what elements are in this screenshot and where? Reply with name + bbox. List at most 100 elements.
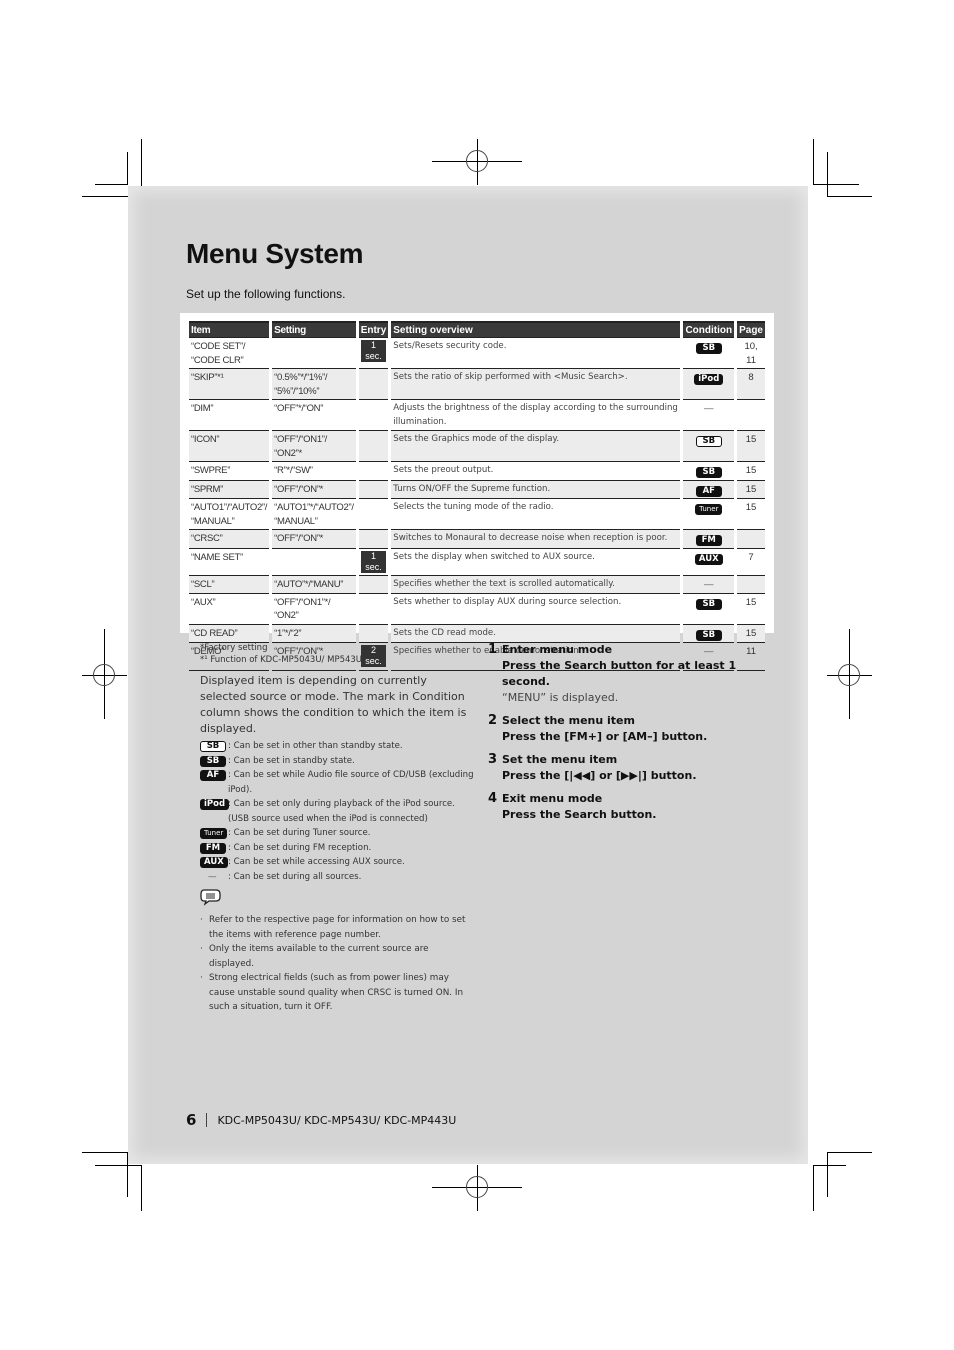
cell-overview: Adjusts the brightness of the display ac…	[391, 399, 681, 430]
crop-mark	[813, 139, 814, 185]
cell-setting: “OFF”/“ON”*	[272, 479, 356, 498]
condition-legend: SB: Can be set in other than standby sta…	[200, 739, 475, 884]
condition-badge-fm: FM	[200, 842, 226, 854]
crop-mark	[95, 184, 128, 185]
step-number: 4	[488, 791, 498, 806]
cell-page: 15	[737, 592, 765, 624]
step-title: Exit menu mode	[502, 792, 603, 805]
legend-text: : Can be set while Audio file source of …	[228, 770, 474, 795]
cell-page: 15	[737, 430, 765, 461]
crop-mark	[827, 152, 828, 197]
cell-setting: “AUTO”*/“MANU”	[272, 575, 356, 593]
header-condition: Condition	[683, 321, 735, 337]
cell-condition: FM	[683, 529, 735, 548]
crop-mark	[813, 1165, 814, 1211]
cell-overview: Sets the preout output.	[391, 461, 681, 480]
cell-overview: Sets the ratio of skip performed with <M…	[391, 368, 681, 399]
menu-table: Item Setting Entry Setting overview Cond…	[186, 321, 768, 671]
description-text: Displayed item is depending on currently…	[200, 674, 467, 735]
step-action: Press the [FM+] or [AM–] button.	[502, 730, 708, 743]
cell-page: 15	[737, 498, 765, 529]
legend-mark: SB	[200, 754, 228, 769]
cell-setting: “OFF”/“ON1”*/“ON2”	[272, 592, 356, 624]
step-2: 2 Select the menu item Press the [FM+] o…	[488, 713, 778, 745]
cell-condition: —	[683, 399, 735, 430]
cell-setting	[272, 547, 356, 576]
step-number: 3	[488, 752, 498, 767]
cell-entry	[358, 623, 389, 642]
registration-circle	[466, 1176, 488, 1198]
header-overview: Setting overview	[391, 321, 681, 337]
legend-row: AF: Can be set while Audio file source o…	[200, 768, 475, 797]
cell-page	[737, 399, 765, 430]
condition-badge-ipod: iPod	[694, 374, 724, 385]
cell-entry	[358, 575, 389, 593]
crop-mark	[813, 184, 859, 185]
cell-setting	[272, 337, 356, 368]
note-item: Refer to the respective page for informa…	[200, 913, 475, 942]
condition-badge-sb-outline: SB	[200, 741, 226, 752]
cell-setting: “0.5%”*/“1%”/“5%”/“10%”	[272, 368, 356, 399]
note-item: Strong electrical fields (such as from p…	[200, 971, 475, 1015]
condition-badge-sb-outline: SB	[695, 436, 722, 447]
table-body: “CODE SET”/“CODE CLR” 1 sec. Sets/Resets s…	[189, 337, 765, 671]
condition-badge-sb: SB	[695, 629, 722, 641]
condition-badge-sb: SB	[695, 467, 722, 478]
cell-overview: Specifies whether the text is scrolled a…	[391, 575, 681, 593]
legend-row: FM: Can be set during FM reception.	[200, 841, 475, 856]
step-number: 1	[488, 642, 498, 657]
cell-item: “CD READ”	[189, 623, 270, 642]
page-title: Menu System	[186, 238, 364, 269]
condition-badge-aux: AUX	[694, 553, 723, 565]
condition-badge-ipod: iPod	[200, 799, 230, 810]
legend-mark: SB	[200, 739, 228, 754]
cell-entry: 1 sec.	[358, 337, 389, 368]
page-subtitle: Set up the following functions.	[186, 287, 346, 301]
step-3: 3 Set the menu item Press the [|◀◀] or […	[488, 752, 778, 784]
cell-page: 15	[737, 461, 765, 480]
legend-text: : Can be set in standby state.	[228, 755, 355, 766]
cell-page: 15	[737, 623, 765, 642]
legend-mark: AF	[200, 768, 228, 797]
legend-row: SB: Can be set in standby state.	[200, 754, 475, 769]
entry-duration-badge: 1 sec.	[360, 550, 387, 573]
cell-entry	[358, 399, 389, 430]
step-title: Enter menu mode	[502, 643, 613, 656]
condition-all-sources-dash: —	[208, 871, 217, 882]
condition-badge-fm: FM	[695, 535, 722, 546]
cell-entry	[358, 368, 389, 399]
condition-badge-tuner: Tuner	[695, 504, 723, 515]
footnote-function: *¹ Function of KDC-MP5043U/ MP543U	[200, 655, 363, 665]
table-row: “NAME SET” 1 sec. Sets the display when sw…	[189, 547, 765, 576]
cell-condition: SB	[683, 337, 735, 368]
cell-item: “CRSC”	[189, 529, 270, 548]
condition-badge-aux: AUX	[200, 857, 228, 868]
crop-mark	[82, 1152, 128, 1153]
table-header-row: Item Setting Entry Setting overview Cond…	[189, 321, 765, 337]
cell-overview: Turns ON/OFF the Supreme function.	[391, 479, 681, 498]
table-row: “CRSC” “OFF”/“ON”* Switches to Monaural to…	[189, 529, 765, 548]
step-action: Press the Search button for at least 1 s…	[502, 659, 737, 688]
cell-item: “NAME SET”	[189, 547, 270, 576]
page-number: 6	[186, 1111, 197, 1129]
cell-item: “SPRM”	[189, 479, 270, 498]
legend-text: : Can be set during Tuner source.	[228, 828, 371, 838]
condition-all-sources-dash: —	[704, 403, 714, 414]
cell-item: “SKIP”*¹	[189, 368, 270, 399]
crop-mark	[827, 1152, 828, 1197]
cell-entry	[358, 461, 389, 480]
table-row: “SCL” “AUTO”*/“MANU” Specifies whether the…	[189, 575, 765, 593]
cell-page: 8	[737, 368, 765, 399]
table-row: “ICON” “OFF”/“ON1”/“ON2”* Sets the Graphic…	[189, 430, 765, 461]
registration-circle	[838, 664, 860, 686]
step-action: Press the [|◀◀] or [▶▶|] button.	[502, 769, 697, 782]
cell-item: “SCL”	[189, 575, 270, 593]
crop-mark	[127, 152, 128, 185]
cell-condition: SB	[683, 430, 735, 461]
cell-overview: Sets the display when switched to AUX so…	[391, 547, 681, 576]
legend-row: —: Can be set during all sources.	[200, 870, 475, 885]
cell-condition: AUX	[683, 547, 735, 576]
cell-setting: “1”*/“2”	[272, 623, 356, 642]
registration-circle	[93, 664, 115, 686]
cell-condition: Tuner	[683, 498, 735, 529]
